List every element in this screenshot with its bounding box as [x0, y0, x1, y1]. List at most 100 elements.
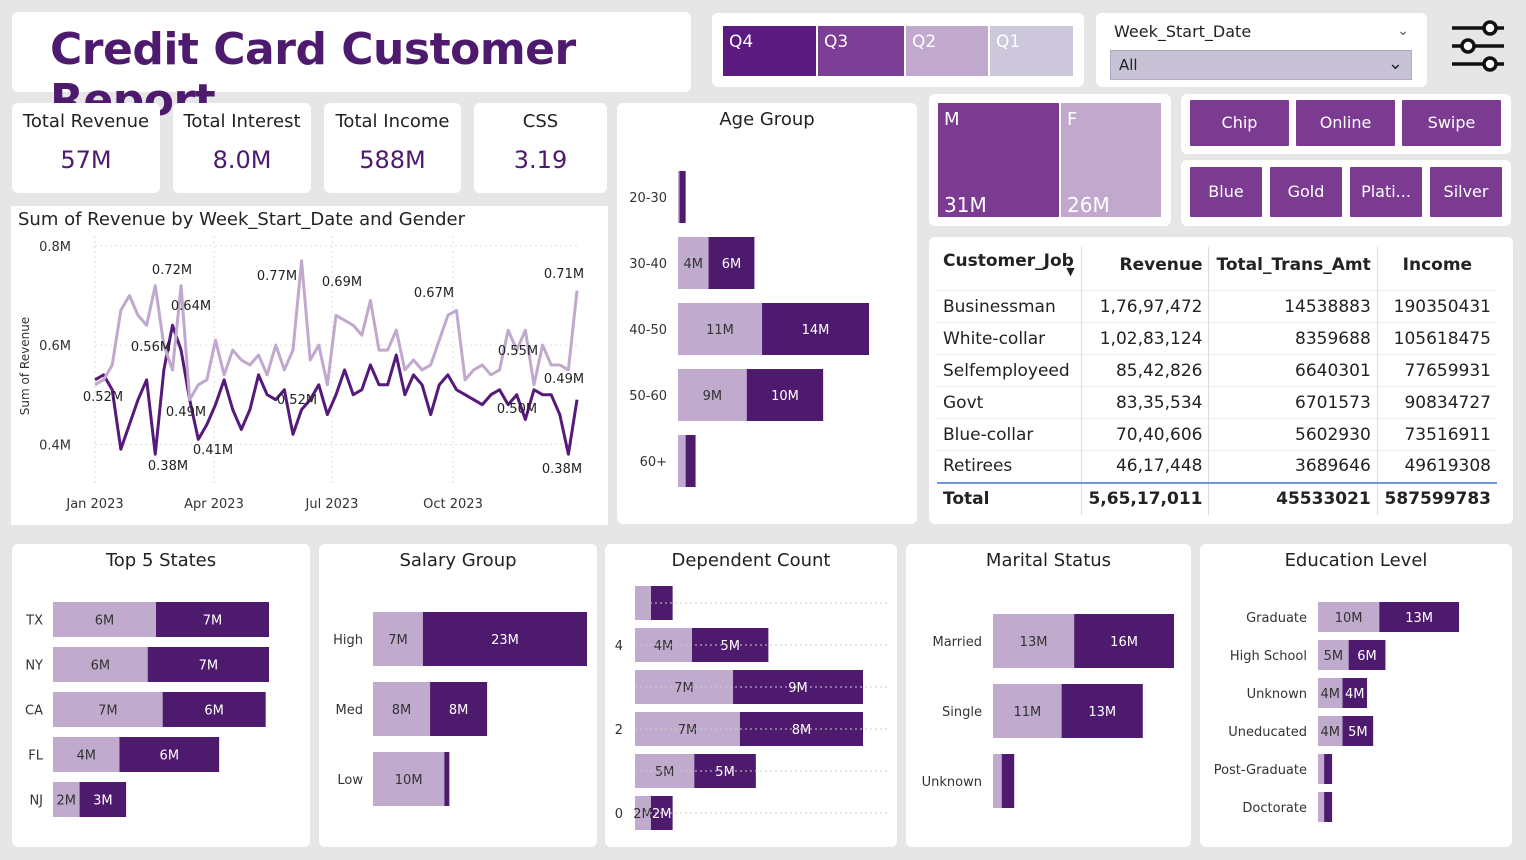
data-label: 0.71M: [544, 267, 584, 282]
gender-card: M 31M F 26M: [929, 94, 1171, 226]
table-cell: 5602930: [1208, 418, 1378, 451]
total-cell: 5,65,17,011: [1081, 481, 1210, 515]
data-label: 0.49M: [166, 405, 206, 420]
data-label: 10M: [1335, 611, 1363, 626]
y-tick-label: 0.6M: [39, 339, 71, 354]
customer-job-table-card: Customer_Job ▼ Revenue Total_Trans_Amt In…: [929, 237, 1513, 524]
card-category-silver-button[interactable]: Silver: [1430, 167, 1502, 217]
chevron-down-icon[interactable]: ⌄: [1397, 23, 1409, 39]
data-label: 0.38M: [148, 459, 188, 474]
table-row[interactable]: Retirees 46,17,448 3689646 49619308: [937, 450, 1497, 483]
salary-group-chart[interactable]: High 7M 23M Med 8M 8M Low 10M: [319, 544, 597, 847]
table-cell: 77659931: [1377, 354, 1497, 387]
data-label: 6M: [722, 257, 742, 272]
data-label: 5M: [720, 639, 740, 654]
column-header-total-trans-amt[interactable]: Total_Trans_Amt: [1208, 247, 1378, 291]
quarter-q3-button[interactable]: Q3: [818, 26, 904, 76]
category-label: 50-60: [629, 389, 667, 404]
data-label: 6M: [204, 704, 224, 719]
week-start-date-dropdown[interactable]: All ⌄: [1110, 50, 1412, 80]
total-cell: Total: [937, 481, 1082, 515]
data-label: 4M: [654, 639, 674, 654]
card-category-platinum-button[interactable]: Plati...: [1350, 167, 1422, 217]
data-label: 16M: [1110, 635, 1138, 650]
age-group-card: Age Group 20-30 30-40 4M 6M 40-50 11M 14M 50-60…: [617, 103, 917, 524]
y-tick-label: 4: [615, 639, 623, 654]
data-label: 0.50M: [497, 402, 537, 417]
category-label: TX: [25, 614, 43, 629]
column-header-income[interactable]: Income: [1377, 247, 1497, 291]
data-label: 0.52M: [277, 393, 317, 408]
data-label: 8M: [449, 703, 469, 718]
quarter-label: Q4: [729, 32, 754, 52]
y-tick-label: 0.8M: [39, 240, 71, 255]
category-label: High School: [1230, 649, 1307, 664]
card-type-chip-button[interactable]: Chip: [1190, 100, 1289, 146]
category-label: Post-Graduate: [1214, 763, 1307, 778]
top-5-states-chart[interactable]: TX 6M 7M NY 6M 7M CA 7M 6M FL 4M 6M NJ 2M 3M: [12, 544, 310, 847]
table-row[interactable]: Blue-collar 70,40,606 5602930 73516911: [937, 418, 1497, 451]
card-type-swipe-button[interactable]: Swipe: [1402, 100, 1501, 146]
column-header-revenue[interactable]: Revenue: [1081, 247, 1210, 291]
bar-segment: [635, 586, 651, 620]
table-row[interactable]: Selfemployeed 85,42,826 6640301 77659931: [937, 354, 1497, 387]
kpi-value: 57M: [60, 146, 112, 174]
data-label: 9M: [788, 681, 808, 696]
category-label: NJ: [29, 794, 43, 809]
gender-tile-male[interactable]: M 31M: [938, 103, 1059, 217]
data-label: 0.77M: [257, 269, 297, 284]
data-label: 0.56M: [131, 340, 171, 355]
age-group-chart[interactable]: 20-30 30-40 4M 6M 40-50 11M 14M 50-60 9M 10M 60+: [617, 103, 917, 524]
revenue-line-chart-card: Sum of Revenue by Week_Start_Date and Ge…: [11, 206, 608, 525]
bar-segment: [1318, 792, 1325, 822]
column-header-customer-job[interactable]: Customer_Job ▼: [937, 247, 1082, 291]
table-cell: 90834727: [1377, 386, 1497, 419]
gender-value: 26M: [1067, 193, 1110, 217]
data-label: 0.69M: [322, 275, 362, 290]
dependent-count-chart[interactable]: 4M 5M 7M 9M 7M 8M 5M 5M 2M 2M 4 2 0: [605, 544, 897, 847]
card-type-online-button[interactable]: Online: [1296, 100, 1395, 146]
revenue-line-chart[interactable]: 0.4M 0.6M 0.8M Jan 2023 Apr 2023 Jul 2023 Oct …: [11, 206, 608, 525]
category-label: Med: [336, 703, 363, 718]
bar-segment: [685, 435, 696, 487]
table-cell: 6701573: [1208, 386, 1378, 419]
kpi-value: 8.0M: [212, 146, 272, 174]
category-label: NY: [25, 659, 43, 674]
table-cell: 105618475: [1377, 322, 1497, 355]
data-label: 23M: [491, 633, 519, 648]
card-category-gold-button[interactable]: Gold: [1270, 167, 1342, 217]
x-tick-label: Jul 2023: [305, 497, 359, 512]
category-label: Graduate: [1246, 611, 1307, 626]
table-cell: 70,40,606: [1081, 418, 1210, 451]
card-category-blue-button[interactable]: Blue: [1190, 167, 1262, 217]
data-label: 11M: [706, 323, 734, 338]
data-label: 7M: [98, 704, 118, 719]
quarter-q1-button[interactable]: Q1: [990, 26, 1073, 76]
data-label: 14M: [802, 323, 830, 338]
marital-status-chart[interactable]: Married 13M 16M Single 11M 13M Unknown: [906, 544, 1191, 847]
education-level-chart[interactable]: Graduate 10M 13M High School 5M 6M Unknown 4M 4M…: [1200, 544, 1512, 847]
table-row[interactable]: White-collar 1,02,83,124 8359688 105618475: [937, 322, 1497, 355]
data-label: 7M: [388, 633, 408, 648]
data-label: 7M: [674, 681, 694, 696]
filter-sliders-icon[interactable]: [1448, 16, 1508, 76]
data-label: 7M: [199, 659, 219, 674]
category-label: Low: [337, 773, 363, 788]
table-cell: 46,17,448: [1081, 450, 1210, 483]
data-label: 5M: [715, 765, 735, 780]
data-label: 0.67M: [414, 286, 454, 301]
table-row[interactable]: Businessman 1,76,97,472 14538883 190350431: [937, 290, 1497, 323]
data-label: 4M: [1321, 687, 1341, 702]
table-cell: Govt: [937, 386, 1082, 419]
kpi-total-interest: Total Interest 8.0M: [173, 103, 311, 193]
gender-tile-female[interactable]: F 26M: [1061, 103, 1161, 217]
dropdown-label: Week_Start_Date: [1114, 22, 1252, 41]
y-tick-label: 0: [615, 807, 623, 822]
table-row[interactable]: Govt 83,35,534 6701573 90834727: [937, 386, 1497, 419]
header-label: Customer_Job: [943, 251, 1074, 271]
quarter-q2-button[interactable]: Q2: [906, 26, 988, 76]
education-level-card: Education Level Graduate 10M 13M High Schoo…: [1200, 544, 1512, 847]
category-label: CA: [25, 704, 43, 719]
quarter-q4-button[interactable]: Q4: [723, 26, 816, 76]
data-label: 9M: [703, 389, 723, 404]
